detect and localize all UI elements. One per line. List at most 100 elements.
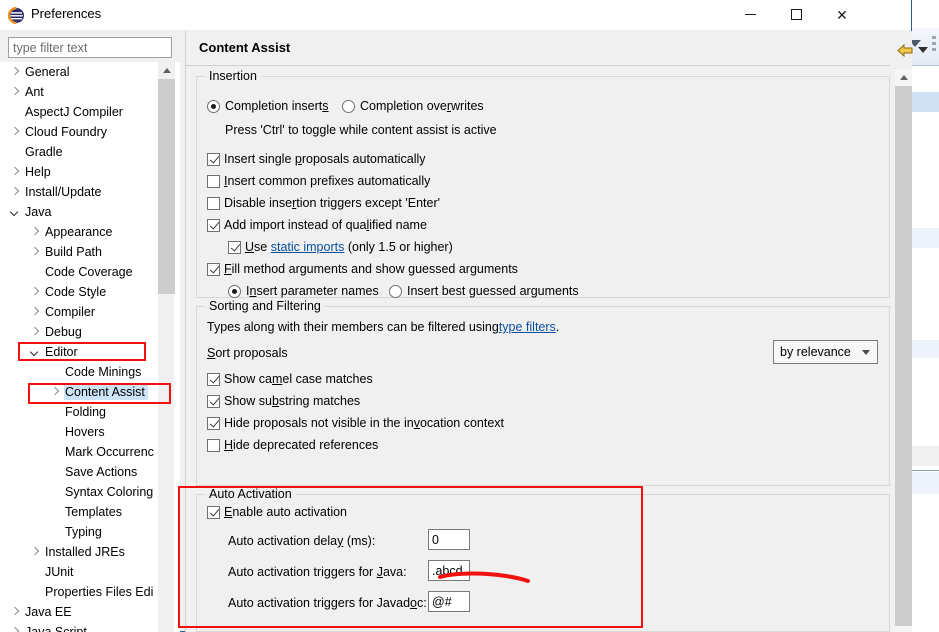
ide-list-row	[910, 228, 939, 248]
sidebar-item-junit[interactable]: JUnit	[0, 562, 180, 582]
sidebar-item-debug[interactable]: Debug	[0, 322, 180, 342]
preference-tree[interactable]: General Ant AspectJ Compiler Cloud Foundry G…	[0, 62, 180, 632]
sidebar-item-code-coverage[interactable]: Code Coverage	[0, 262, 180, 282]
sidebar-item-ant[interactable]: Ant	[0, 82, 180, 102]
sidebar-item-cloud-foundry[interactable]: Cloud Foundry	[0, 122, 180, 142]
sidebar-item-hovers[interactable]: Hovers	[0, 422, 180, 442]
close-button[interactable]: ✕	[819, 0, 865, 29]
sidebar-item-code-style[interactable]: Code Style	[0, 282, 180, 302]
sidebar-item-appearance[interactable]: Appearance	[0, 222, 180, 242]
sidebar-item-java-ee[interactable]: Java EE	[0, 602, 180, 622]
radio-indicator	[207, 99, 220, 113]
chevron-right-icon[interactable]	[10, 127, 21, 138]
sidebar-item-properties-files-edi[interactable]: Properties Files Edi	[0, 582, 180, 602]
ide-list-row	[910, 340, 939, 358]
tree-scroll-thumb[interactable]	[158, 79, 175, 294]
sidebar-item-install-update[interactable]: Install/Update	[0, 182, 180, 202]
sidebar-item-label: Cloud Foundry	[25, 125, 107, 139]
sidebar-item-label: General	[25, 65, 70, 79]
back-dropdown-icon[interactable]	[918, 47, 928, 53]
sidebar-item-syntax-coloring[interactable]: Syntax Coloring	[0, 482, 180, 502]
checkbox-enable-auto-activation[interactable]: Enable auto activation	[207, 505, 347, 519]
sidebar-item-java-script[interactable]: Java Script	[0, 622, 180, 632]
checkbox-insert-single-proposals[interactable]: Insert single proposals automatically	[207, 152, 426, 166]
chevron-right-icon[interactable]	[30, 227, 41, 238]
radio-completion-inserts[interactable]: Completion inserts	[207, 99, 329, 113]
type-filters-link[interactable]: type filters	[499, 320, 556, 334]
sidebar-item-label: Save Actions	[65, 465, 138, 479]
sidebar-item-gradle[interactable]: Gradle	[0, 142, 180, 162]
chevron-right-icon[interactable]	[10, 87, 21, 98]
back-arrow-icon[interactable]	[896, 43, 914, 58]
radio-completion-overwrites[interactable]: Completion overwrites	[342, 99, 484, 113]
checkbox-add-import[interactable]: Add import instead of qualified name	[207, 218, 427, 232]
sidebar-item-save-actions[interactable]: Save Actions	[0, 462, 180, 482]
checkbox-indicator	[207, 196, 220, 210]
sidebar-item-label: Installed JREs	[45, 545, 125, 559]
sidebar-item-compiler[interactable]: Compiler	[0, 302, 180, 322]
sidebar-item-templates[interactable]: Templates	[0, 502, 180, 522]
chevron-down-icon[interactable]	[30, 347, 41, 358]
sidebar-item-java[interactable]: Java	[0, 202, 180, 222]
sort-proposals-value: by relevance	[780, 345, 851, 359]
sidebar-item-build-path[interactable]: Build Path	[0, 242, 180, 262]
content-scroll-up-button[interactable]	[895, 69, 912, 86]
sidebar-item-installed-jres[interactable]: Installed JREs	[0, 542, 180, 562]
checkbox-indicator	[207, 174, 220, 188]
sidebar-item-label: Editor	[45, 345, 78, 359]
sidebar-item-help[interactable]: Help	[0, 162, 180, 182]
chevron-down-icon[interactable]	[10, 207, 21, 218]
sidebar-item-general[interactable]: General	[0, 62, 180, 82]
filter-input[interactable]	[8, 37, 172, 58]
checkbox-show-substring[interactable]: Show substring matches	[207, 394, 360, 408]
content-scrollbar[interactable]	[895, 69, 912, 632]
sidebar-item-mark-occurrenc[interactable]: Mark Occurrenc	[0, 442, 180, 462]
radio-insert-parameter-names[interactable]: Insert parameter names	[228, 284, 379, 298]
chevron-right-icon[interactable]	[30, 247, 41, 258]
content-scroll-thumb[interactable]	[895, 86, 912, 626]
static-imports-link[interactable]: static imports	[271, 240, 345, 254]
checkbox-hide-proposals[interactable]: Hide proposals not visible in the invoca…	[207, 416, 504, 430]
maximize-button[interactable]	[773, 0, 819, 29]
sidebar-item-code-minings[interactable]: Code Minings	[0, 362, 180, 382]
checkbox-label: Show substring matches	[224, 394, 361, 408]
sort-proposals-select[interactable]: by relevance	[773, 340, 878, 364]
radio-indicator	[389, 284, 402, 298]
checkbox-hide-deprecated[interactable]: Hide deprecated references	[207, 438, 378, 452]
sidebar-item-aspectj-compiler[interactable]: AspectJ Compiler	[0, 102, 180, 122]
checkbox-fill-method-arguments[interactable]: Fill method arguments and show guessed a…	[207, 262, 518, 276]
chevron-right-icon[interactable]	[30, 327, 41, 338]
tree-scrollbar[interactable]	[157, 62, 175, 632]
chevron-right-icon[interactable]	[30, 547, 41, 558]
sidebar-item-folding[interactable]: Folding	[0, 402, 180, 422]
chevron-right-icon[interactable]	[30, 307, 41, 318]
chevron-right-icon[interactable]	[10, 67, 21, 78]
checkbox-use-static-imports[interactable]: Use static imports (only 1.5 or higher)	[228, 240, 453, 254]
chevron-right-icon[interactable]	[10, 627, 21, 632]
checkbox-show-camel-case[interactable]: Show camel case matches	[207, 372, 373, 386]
java-triggers-input[interactable]	[428, 560, 470, 581]
minimize-button[interactable]	[727, 0, 773, 29]
auto-activation-delay-input[interactable]	[428, 529, 470, 550]
tree-scroll-up-button[interactable]	[158, 62, 175, 79]
chevron-right-icon[interactable]	[10, 607, 21, 618]
sidebar-item-editor[interactable]: Editor	[0, 342, 180, 362]
javadoc-triggers-input[interactable]	[428, 591, 470, 612]
sidebar-item-label: Code Minings	[65, 365, 142, 379]
chevron-right-icon[interactable]	[10, 167, 21, 178]
sidebar-item-content-assist[interactable]: Content Assist	[0, 382, 180, 402]
checkbox-label: Fill method arguments and show guessed a…	[224, 262, 518, 276]
checkbox-indicator	[207, 152, 220, 166]
chevron-right-icon[interactable]	[10, 187, 21, 198]
checkbox-disable-insertion-triggers[interactable]: Disable insertion triggers except 'Enter…	[207, 196, 440, 210]
checkbox-insert-common-prefixes[interactable]: Insert common prefixes automatically	[207, 174, 430, 188]
chevron-right-icon[interactable]	[30, 287, 41, 298]
sidebar-item-typing[interactable]: Typing	[0, 522, 180, 542]
sort-label-text: Sort proposals	[207, 346, 288, 360]
radio-insert-best-guessed[interactable]: Insert best guessed arguments	[389, 284, 579, 298]
chevron-right-icon[interactable]	[50, 387, 61, 398]
